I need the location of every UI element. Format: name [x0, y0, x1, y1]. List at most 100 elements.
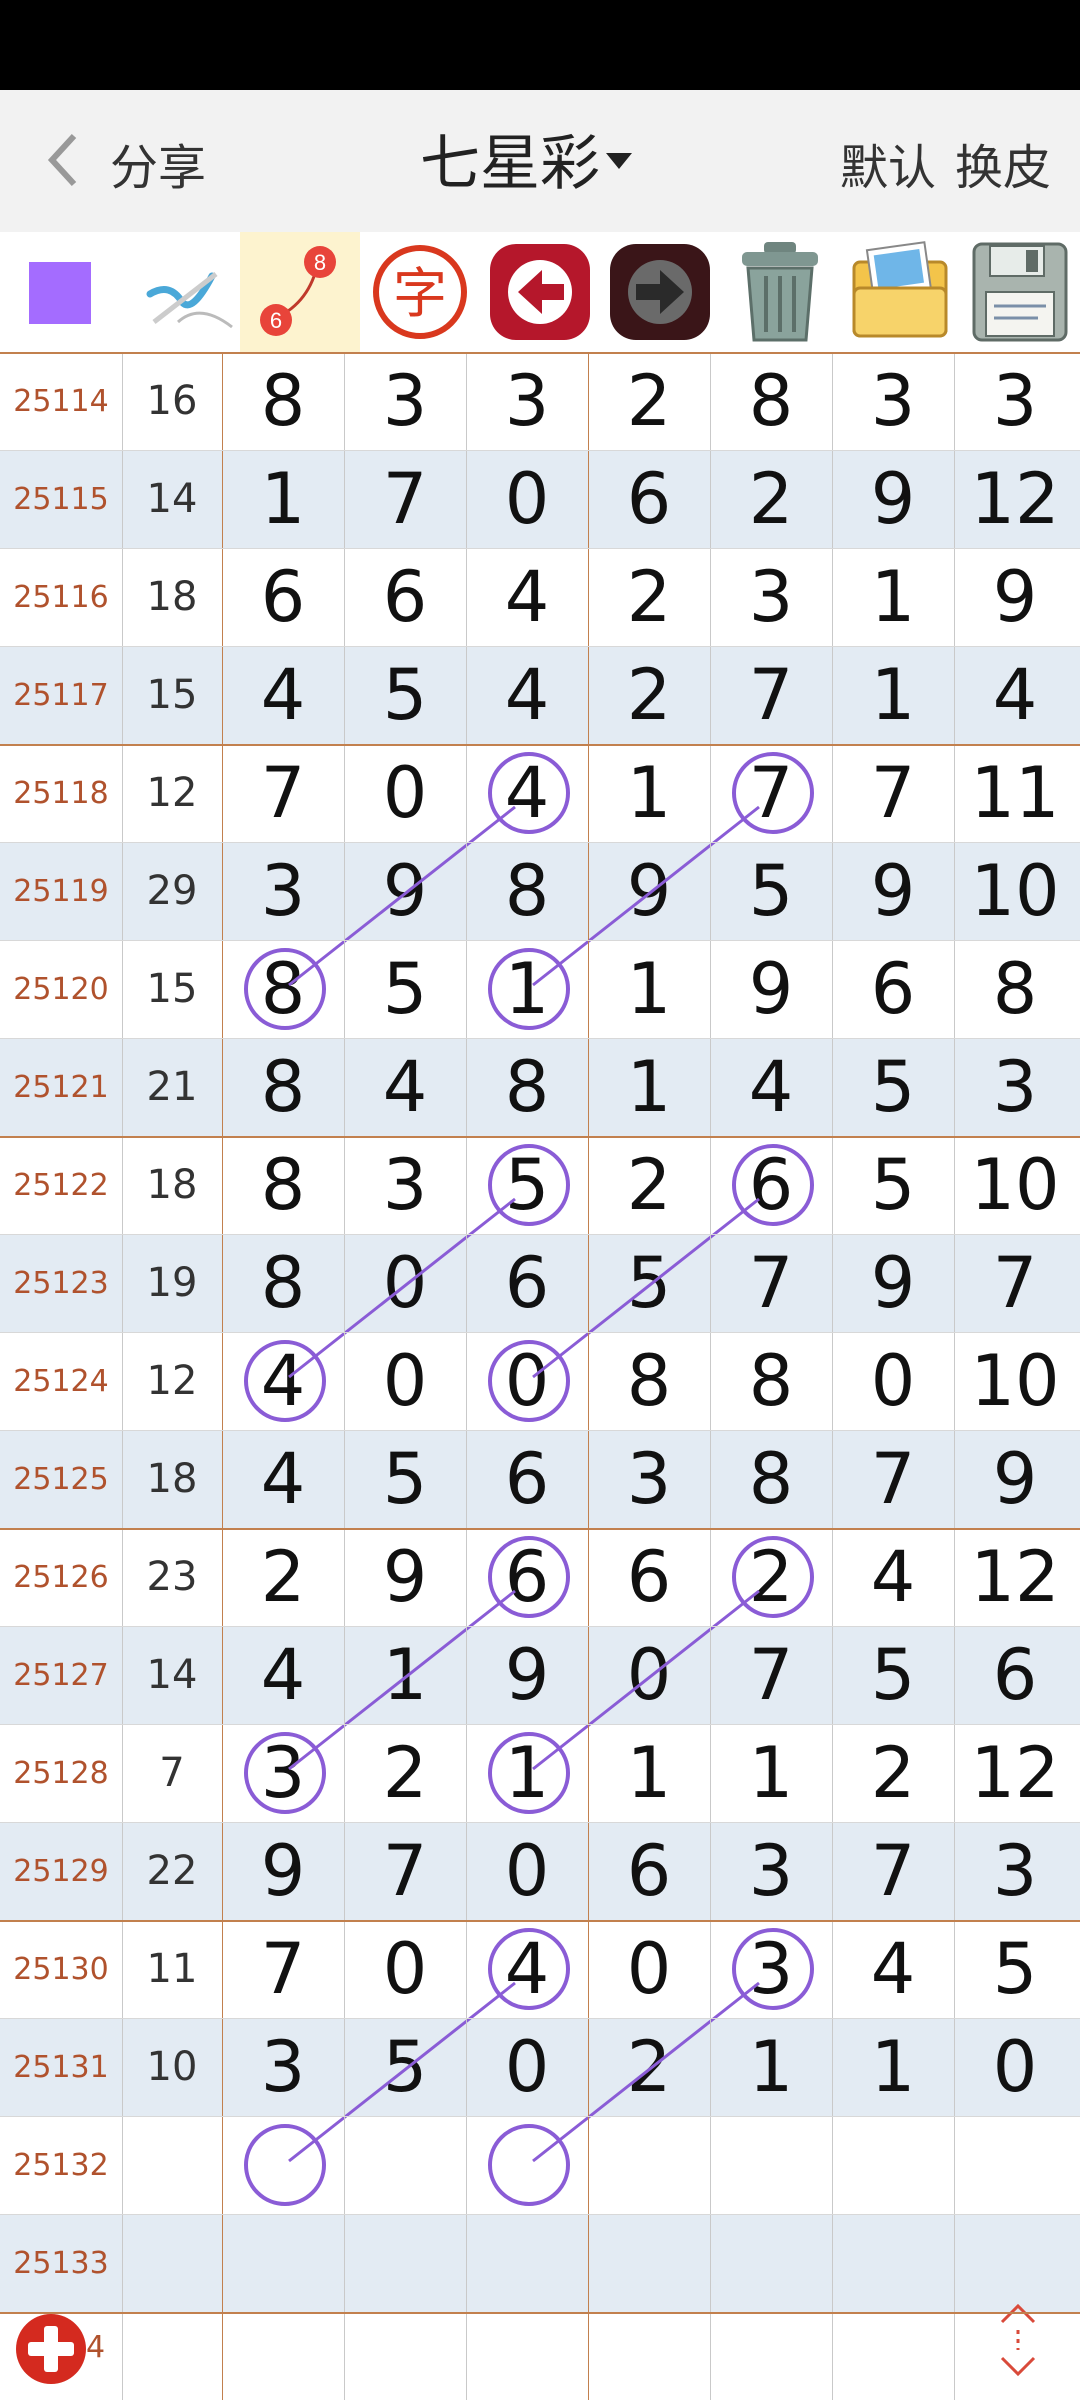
digit-cell[interactable]: 1 [588, 940, 710, 1038]
digit-cell[interactable]: 6 [832, 940, 954, 1038]
digit-cell[interactable]: 8 [710, 352, 832, 450]
digit-cell[interactable]: 0 [466, 2018, 588, 2116]
default-button[interactable]: 默认 [840, 128, 936, 198]
digit-cell[interactable]: 3 [710, 548, 832, 646]
digit-cell[interactable]: 11 [954, 744, 1076, 842]
digit-cell[interactable]: 3 [710, 1822, 832, 1920]
change-skin-button[interactable]: 换皮 [955, 128, 1051, 198]
digit-cell[interactable]: 0 [588, 1920, 710, 2018]
table-row[interactable]: 25131 10 3 5 0 2 1 1 0 [0, 2018, 1080, 2116]
digit-cell[interactable]: 6 [466, 1430, 588, 1528]
digit-cell[interactable] [832, 2116, 954, 2214]
table-row[interactable]: 25119 29 3 9 8 9 5 9 10 [0, 842, 1080, 940]
digit-cell[interactable]: 4 [222, 1332, 344, 1430]
color-swatch-button[interactable] [0, 232, 120, 352]
digit-cell[interactable]: 4 [344, 1038, 466, 1136]
digit-cell[interactable]: 0 [954, 2018, 1076, 2116]
digit-cell[interactable]: 8 [222, 1038, 344, 1136]
digit-cell[interactable]: 7 [222, 1920, 344, 2018]
digit-cell[interactable]: 3 [954, 352, 1076, 450]
digit-cell[interactable]: 9 [588, 842, 710, 940]
digit-cell[interactable]: 8 [710, 1332, 832, 1430]
digit-cell[interactable]: 1 [832, 646, 954, 744]
digit-cell[interactable]: 8 [466, 1038, 588, 1136]
undo-arrow-icon[interactable] [480, 232, 600, 352]
digit-cell[interactable]: 0 [344, 1920, 466, 2018]
table-row[interactable]: 25121 21 8 4 8 1 4 5 3 [0, 1038, 1080, 1136]
digit-cell[interactable]: 12 [954, 1724, 1076, 1822]
digit-cell[interactable]: 1 [466, 1724, 588, 1822]
save-disk-icon[interactable] [960, 232, 1080, 352]
table-row[interactable]: 25114 16 8 3 3 2 8 3 3 [0, 352, 1080, 450]
digit-cell[interactable] [344, 2116, 466, 2214]
digit-cell[interactable]: 3 [832, 352, 954, 450]
digit-cell[interactable]: 2 [710, 450, 832, 548]
table-row[interactable]: 25115 14 1 7 0 6 2 9 12 [0, 450, 1080, 548]
back-chevron-icon[interactable] [38, 130, 98, 190]
digit-cell[interactable]: 5 [832, 1038, 954, 1136]
digit-cell[interactable]: 5 [832, 1626, 954, 1724]
table-row[interactable]: 25130 11 7 0 4 0 3 4 5 [0, 1920, 1080, 2018]
digit-cell[interactable]: 2 [832, 1724, 954, 1822]
digit-cell[interactable]: 4 [710, 1038, 832, 1136]
table-row[interactable]: 25118 12 7 0 4 1 7 7 11 [0, 744, 1080, 842]
connect-line-icon[interactable]: 8 6 [240, 232, 360, 352]
digit-cell[interactable]: 2 [588, 548, 710, 646]
table-row[interactable]: 25128 7 3 2 1 1 1 2 12 [0, 1724, 1080, 1822]
digit-cell[interactable]: 6 [222, 548, 344, 646]
digit-cell[interactable]: 8 [222, 1136, 344, 1234]
digit-cell[interactable]: 4 [466, 744, 588, 842]
digit-cell[interactable] [222, 2214, 344, 2312]
digit-cell[interactable]: 5 [832, 1136, 954, 1234]
digit-cell[interactable]: 10 [954, 1136, 1076, 1234]
table-row[interactable]: 25122 18 8 3 5 2 6 5 10 [0, 1136, 1080, 1234]
digit-cell[interactable]: 1 [588, 1724, 710, 1822]
digit-cell[interactable]: 9 [954, 548, 1076, 646]
digit-cell[interactable]: 1 [832, 548, 954, 646]
trash-icon[interactable] [720, 232, 840, 352]
digit-cell[interactable]: 7 [954, 1234, 1076, 1332]
digit-cell[interactable]: 0 [466, 1332, 588, 1430]
table-row[interactable]: 25125 18 4 5 6 3 8 7 9 [0, 1430, 1080, 1528]
redo-arrow-icon[interactable] [600, 232, 720, 352]
digit-cell[interactable]: 1 [588, 744, 710, 842]
digit-cell[interactable]: 1 [710, 2018, 832, 2116]
table-row[interactable]: 25123 19 8 0 6 5 7 9 7 [0, 1234, 1080, 1332]
digit-cell[interactable]: 0 [344, 1332, 466, 1430]
digit-cell[interactable]: 1 [466, 940, 588, 1038]
digit-cell[interactable]: 9 [832, 1234, 954, 1332]
digit-cell[interactable]: 6 [588, 450, 710, 548]
digit-cell[interactable]: 9 [710, 940, 832, 1038]
table-row[interactable]: 25124 12 4 0 0 8 8 0 10 [0, 1332, 1080, 1430]
table-row[interactable]: 25117 15 4 5 4 2 7 1 4 [0, 646, 1080, 744]
digit-cell[interactable]: 7 [832, 744, 954, 842]
digit-cell[interactable]: 6 [954, 1626, 1076, 1724]
digit-cell[interactable]: 7 [344, 450, 466, 548]
digit-cell[interactable]: 7 [344, 1822, 466, 1920]
digit-cell[interactable]: 6 [344, 548, 466, 646]
digit-cell[interactable]: 4 [466, 646, 588, 744]
digit-cell[interactable]: 9 [832, 450, 954, 548]
digit-cell[interactable]: 7 [710, 744, 832, 842]
digit-cell[interactable]: 8 [588, 1332, 710, 1430]
digit-cell[interactable]: 12 [954, 1528, 1076, 1626]
digit-cell[interactable]: 3 [222, 842, 344, 940]
digit-cell[interactable]: 9 [344, 1528, 466, 1626]
digit-cell[interactable] [222, 2116, 344, 2214]
digit-cell[interactable]: 3 [954, 1038, 1076, 1136]
digit-cell[interactable]: 3 [344, 352, 466, 450]
table-row[interactable]: 25116 18 6 6 4 2 3 1 9 [0, 548, 1080, 646]
digit-cell[interactable]: 9 [954, 1430, 1076, 1528]
digit-cell[interactable]: 4 [954, 646, 1076, 744]
digit-cell[interactable]: 9 [222, 1822, 344, 1920]
digit-cell[interactable]: 5 [344, 1430, 466, 1528]
share-button[interactable]: 分享 [110, 128, 206, 198]
digit-cell[interactable]: 0 [466, 1822, 588, 1920]
digit-cell[interactable]: 4 [832, 1920, 954, 2018]
digit-cell[interactable]: 3 [710, 1920, 832, 2018]
text-tool-icon[interactable]: 字 [360, 232, 480, 352]
digit-cell[interactable]: 5 [344, 646, 466, 744]
digit-cell[interactable]: 7 [832, 1822, 954, 1920]
digit-cell[interactable]: 3 [466, 352, 588, 450]
digit-cell[interactable]: 12 [954, 450, 1076, 548]
